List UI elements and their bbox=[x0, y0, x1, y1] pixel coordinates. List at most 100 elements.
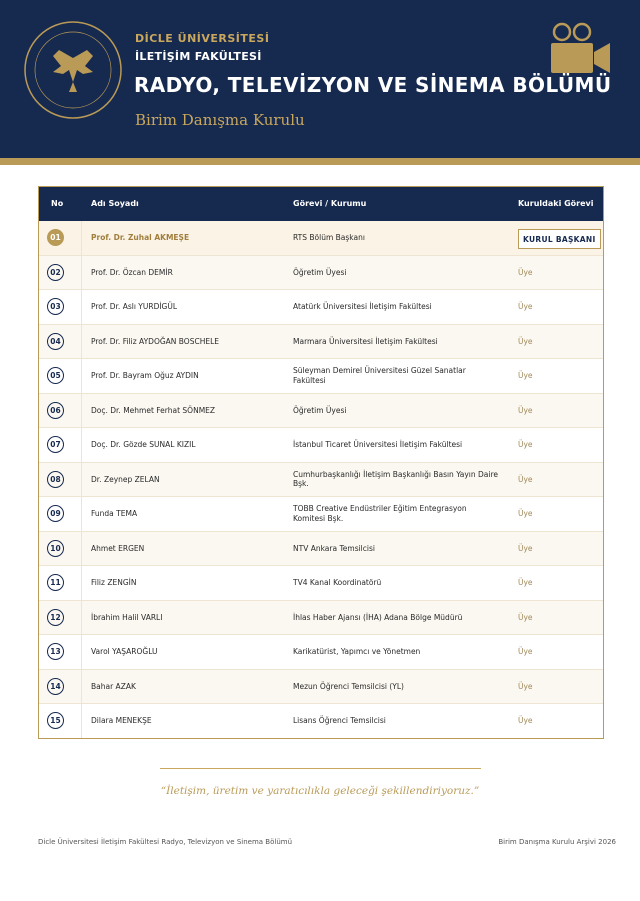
film-camera-icon bbox=[551, 22, 610, 73]
member-name: Funda TEMA bbox=[91, 509, 138, 519]
faculty-name: İLETİŞİM FAKÜLTESİ bbox=[135, 50, 262, 63]
col-header-name: Adı Soyadı bbox=[91, 199, 139, 208]
member-role: Öğretim Üyesi bbox=[293, 267, 347, 277]
member-duty: Üye bbox=[518, 612, 533, 622]
row-number-cell: 07 bbox=[39, 428, 82, 462]
member-role: Öğretim Üyesi bbox=[293, 405, 347, 415]
table-row: 05 Prof. Dr. Bayram Oğuz AYDIN Süleyman De… bbox=[39, 359, 603, 394]
member-name: Varol YAŞAROĞLU bbox=[91, 647, 158, 657]
row-number-badge: 05 bbox=[47, 367, 64, 384]
member-duty: Üye bbox=[518, 716, 533, 726]
row-number-badge: 02 bbox=[47, 263, 64, 281]
row-number-badge: 04 bbox=[47, 332, 64, 350]
member-duty: Üye bbox=[518, 578, 533, 588]
member-name: Prof. Dr. Özcan DEMİR bbox=[91, 267, 173, 277]
table-body: 01 Prof. Dr. Zuhal AKMEŞE RTS Bölüm Başkan… bbox=[39, 221, 603, 738]
member-name: Dilara MENEKŞE bbox=[91, 716, 152, 726]
department-title: RADYO, TELEVİZYON VE SİNEMA BÖLÜMÜ bbox=[134, 73, 612, 97]
member-role: TV4 Kanal Koordinatörü bbox=[293, 578, 382, 587]
row-number-cell: 05 bbox=[39, 359, 82, 393]
row-number-cell: 04 bbox=[39, 324, 82, 358]
row-number-cell: 03 bbox=[39, 290, 82, 324]
table-row: 14 Bahar AZAK Mezun Öğrenci Temsilcisi (YL… bbox=[39, 669, 603, 704]
table-row: 06 Doç. Dr. Mehmet Ferhat SÖNMEZ Öğretim Ü… bbox=[39, 393, 603, 428]
page-header: DİCLE ÜNİVERSİTESİ İLETİŞİM FAKÜLTESİ RA… bbox=[0, 0, 640, 158]
member-role: Marmara Üniversitesi İletişim Fakültesi bbox=[293, 336, 438, 346]
table-row: 03 Prof. Dr. Aslı YURDİGÜL Atatürk Ünivers… bbox=[39, 290, 603, 325]
member-duty: Üye bbox=[518, 647, 533, 657]
member-duty: Üye bbox=[518, 302, 533, 312]
row-number-badge: 14 bbox=[47, 677, 64, 695]
row-number-badge: 15 bbox=[47, 712, 64, 729]
row-number-badge: 08 bbox=[47, 470, 64, 488]
row-number-cell: 09 bbox=[39, 497, 82, 531]
member-role: Lisans Öğrenci Temsilcisi bbox=[293, 716, 386, 725]
member-duty: Üye bbox=[518, 371, 533, 381]
member-name: Ahmet ERGEN bbox=[91, 543, 145, 553]
motto-quote: “İletişim, üretim ve yaratıcılıkla gelec… bbox=[160, 785, 480, 797]
row-number-badge: 12 bbox=[47, 608, 64, 626]
row-number-badge: 09 bbox=[47, 505, 64, 522]
table-row: 13 Varol YAŞAROĞLU Karikatürist, Yapımcı v… bbox=[39, 635, 603, 670]
member-name: Bahar AZAK bbox=[91, 681, 136, 691]
table-row: 11 Filiz ZENGİN TV4 Kanal Koordinatörü Üye bbox=[39, 566, 603, 601]
table-row: 07 Doç. Dr. Gözde SUNAL KIZIL İstanbul Tic… bbox=[39, 428, 603, 463]
chair-badge: KURUL BAŞKANI bbox=[518, 229, 601, 249]
member-duty: Üye bbox=[518, 509, 533, 519]
member-name: Prof. Dr. Bayram Oğuz AYDIN bbox=[91, 371, 199, 381]
row-number-cell: 12 bbox=[39, 600, 82, 634]
member-role: İstanbul Ticaret Üniversitesi İletişim F… bbox=[293, 440, 463, 449]
row-number-cell: 15 bbox=[39, 704, 82, 738]
row-number-badge: 13 bbox=[47, 643, 64, 660]
row-number-cell: 02 bbox=[39, 255, 82, 289]
footer-left: Dicle Üniversitesi İletişim Fakültesi Ra… bbox=[38, 838, 293, 846]
member-role: RTS Bölüm Başkanı bbox=[293, 233, 365, 242]
row-number-badge: 03 bbox=[47, 298, 64, 315]
table-header: No Adı Soyadı Görevi / Kurumu Kuruldaki … bbox=[39, 187, 603, 221]
university-name: DİCLE ÜNİVERSİTESİ bbox=[135, 32, 270, 45]
member-name: İbrahim Halil VARLI bbox=[91, 612, 163, 622]
member-duty: Üye bbox=[518, 474, 533, 484]
member-name: Dr. Zeynep ZELAN bbox=[91, 474, 160, 484]
committee-table: No Adı Soyadı Görevi / Kurumu Kuruldaki … bbox=[38, 186, 604, 739]
quote-divider bbox=[160, 768, 481, 769]
table-row: 12 İbrahim Halil VARLI İhlas Haber Ajansı … bbox=[39, 600, 603, 635]
row-number-cell: 01 bbox=[39, 221, 82, 255]
member-duty: Üye bbox=[518, 267, 533, 277]
member-role: TOBB Creative Endüstriler Eğitim Entegra… bbox=[293, 504, 467, 523]
member-role: Karikatürist, Yapımcı ve Yönetmen bbox=[293, 647, 421, 656]
row-number-badge: 06 bbox=[47, 401, 64, 419]
col-header-duty: Kuruldaki Görevi bbox=[518, 199, 594, 208]
member-role: Süleyman Demirel Üniversitesi Güzel Sana… bbox=[293, 366, 466, 385]
member-name: Doç. Dr. Mehmet Ferhat SÖNMEZ bbox=[91, 405, 216, 415]
member-duty: Üye bbox=[518, 543, 533, 553]
table-row: 15 Dilara MENEKŞE Lisans Öğrenci Temsilcis… bbox=[39, 704, 603, 738]
table-row: 02 Prof. Dr. Özcan DEMİR Öğretim Üyesi Üye bbox=[39, 255, 603, 290]
university-seal-logo bbox=[24, 21, 122, 119]
table-row: 08 Dr. Zeynep ZELAN Cumhurbaşkanlığı İleti… bbox=[39, 462, 603, 497]
member-role: Cumhurbaşkanlığı İletişim Başkanlığı Bas… bbox=[293, 469, 498, 489]
member-name: Doç. Dr. Gözde SUNAL KIZIL bbox=[91, 440, 196, 450]
row-number-cell: 11 bbox=[39, 566, 82, 600]
table-row: 01 Prof. Dr. Zuhal AKMEŞE RTS Bölüm Başkan… bbox=[39, 221, 603, 256]
table-row: 04 Prof. Dr. Filiz AYDOĞAN BOSCHELE Marmar… bbox=[39, 324, 603, 359]
table-row: 10 Ahmet ERGEN NTV Ankara Temsilcisi Üye bbox=[39, 531, 603, 566]
member-role: NTV Ankara Temsilcisi bbox=[293, 543, 375, 553]
row-number-badge: 10 bbox=[47, 539, 64, 557]
table-row: 09 Funda TEMA TOBB Creative Endüstriler Eğ… bbox=[39, 497, 603, 532]
member-duty: Üye bbox=[518, 336, 533, 346]
col-header-no: No bbox=[51, 199, 64, 208]
row-number-cell: 08 bbox=[39, 462, 82, 496]
row-number-cell: 10 bbox=[39, 531, 82, 565]
row-number-cell: 14 bbox=[39, 669, 82, 703]
member-role: Atatürk Üniversitesi İletişim Fakültesi bbox=[293, 302, 432, 311]
row-number-badge: 07 bbox=[47, 436, 64, 453]
row-number-cell: 13 bbox=[39, 635, 82, 669]
member-name: Filiz ZENGİN bbox=[91, 578, 137, 588]
page-subtitle: Birim Danışma Kurulu bbox=[135, 111, 305, 129]
row-number-badge: 11 bbox=[47, 574, 64, 591]
member-role: Mezun Öğrenci Temsilcisi (YL) bbox=[293, 681, 404, 691]
member-name: Prof. Dr. Aslı YURDİGÜL bbox=[91, 302, 178, 312]
row-number-badge: 01 bbox=[47, 229, 64, 246]
member-role: İhlas Haber Ajansı (İHA) Adana Bölge Müd… bbox=[293, 612, 463, 622]
